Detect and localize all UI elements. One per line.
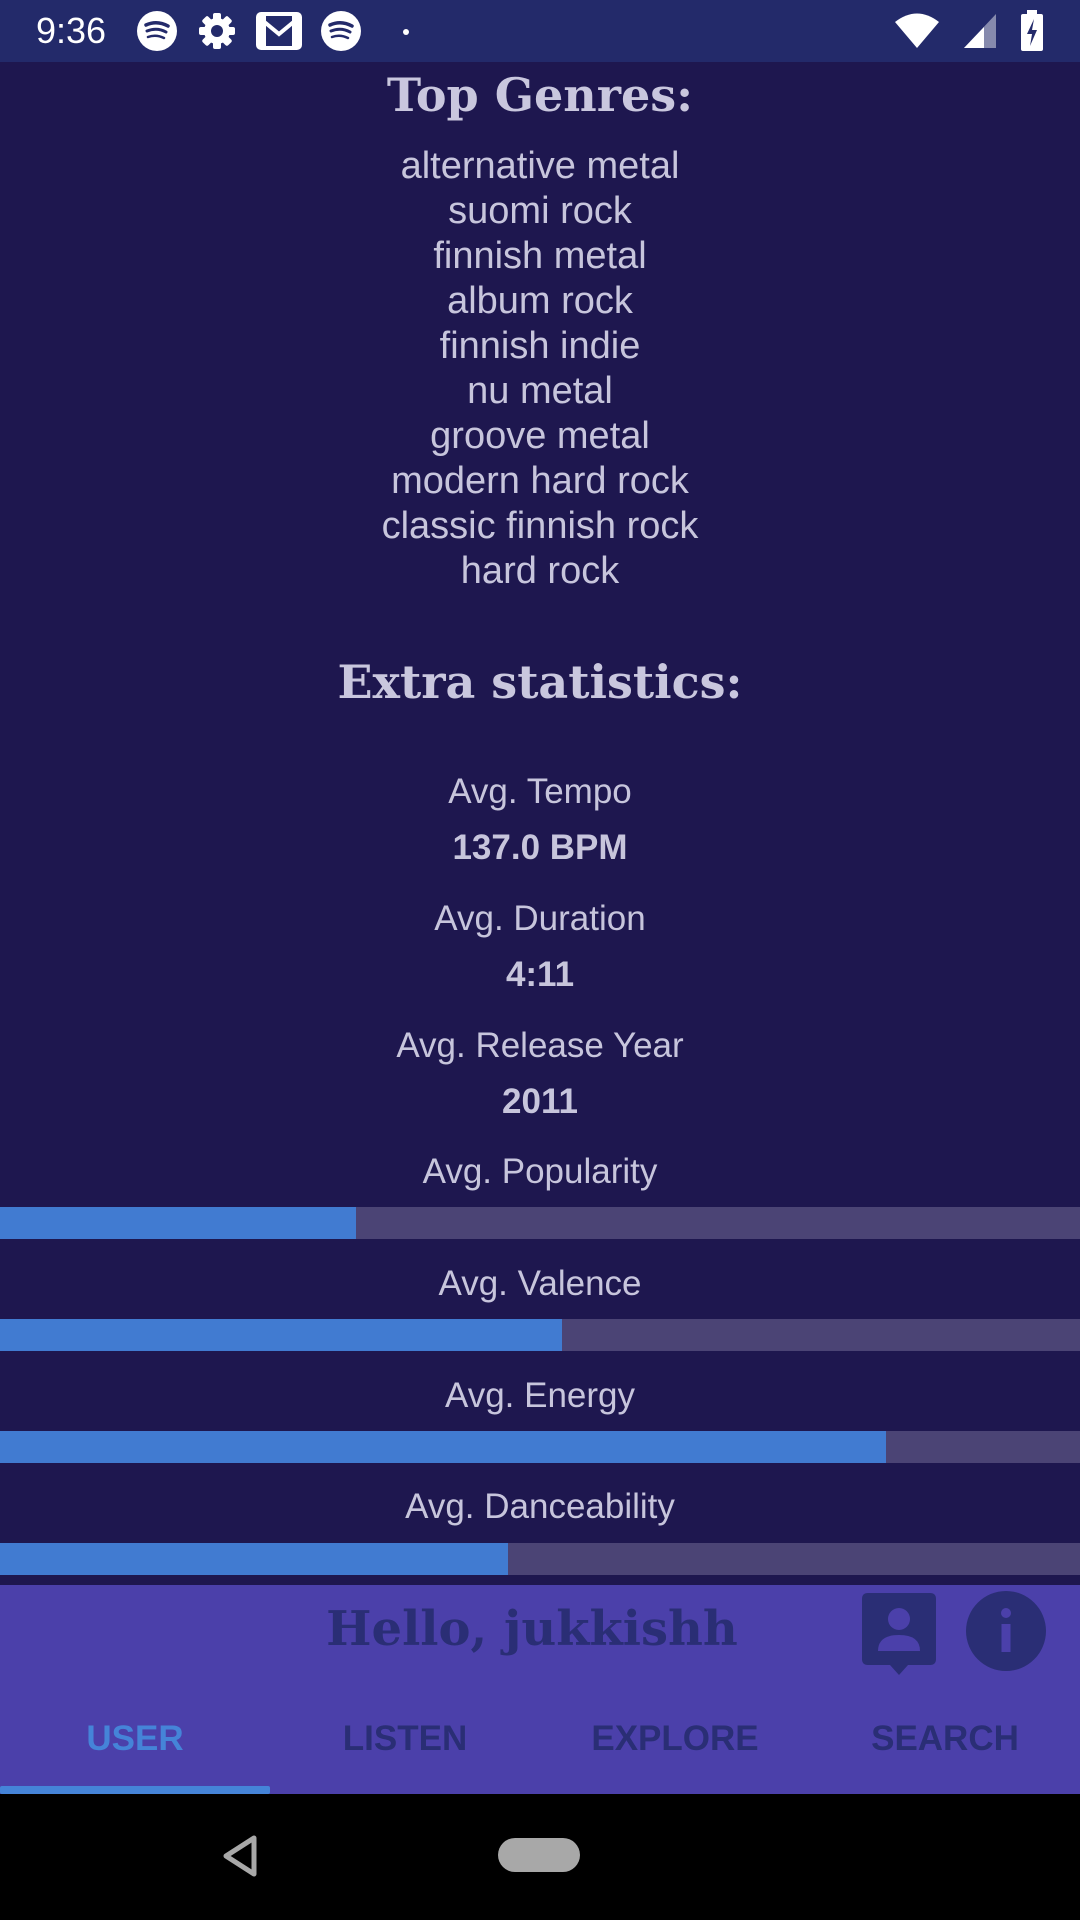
- avg-energy-bar-fill: [0, 1431, 886, 1463]
- spotify-icon: [321, 11, 361, 51]
- genre-item: finnish indie: [439, 325, 641, 367]
- avg-valence-label: Avg. Valence: [438, 1264, 642, 1303]
- genre-item: nu metal: [467, 370, 613, 412]
- tab-listen-label: LISTEN: [342, 1719, 468, 1758]
- home-pill-button[interactable]: [498, 1838, 580, 1872]
- genre-item: finnish metal: [433, 235, 647, 277]
- genre-item: album rock: [447, 280, 633, 322]
- back-icon[interactable]: [220, 1834, 260, 1878]
- avg-popularity-label: Avg. Popularity: [422, 1152, 658, 1191]
- genre-item: classic finnish rock: [381, 505, 699, 547]
- wifi-icon: [895, 13, 939, 48]
- tab-explore[interactable]: EXPLORE: [540, 1691, 810, 1794]
- avg-valence-bar: [0, 1319, 1080, 1351]
- avg-release-year-label: Avg. Release Year: [396, 1026, 684, 1065]
- genre-item: modern hard rock: [391, 460, 689, 502]
- settings-gear-icon: [199, 13, 235, 49]
- battery-charging-icon: [1021, 10, 1043, 51]
- tab-explore-label: EXPLORE: [591, 1719, 759, 1758]
- status-time: 9:36: [36, 10, 107, 51]
- tab-user[interactable]: USER: [0, 1691, 270, 1794]
- dot-icon: [403, 29, 409, 35]
- genre-list: alternative metal suomi rock finnish met…: [0, 144, 1080, 594]
- avg-duration-value: 4:11: [505, 955, 575, 994]
- genre-item: groove metal: [430, 415, 650, 457]
- tab-listen[interactable]: LISTEN: [270, 1691, 540, 1794]
- cellular-signal-icon: [964, 14, 996, 48]
- avg-energy-bar: [0, 1431, 1080, 1463]
- notification-icons: [136, 8, 420, 54]
- genre-item: suomi rock: [448, 190, 632, 232]
- avg-danceability-bar: [0, 1543, 1080, 1575]
- genre-item: alternative metal: [400, 145, 680, 187]
- avg-release-year-value: 2011: [502, 1082, 578, 1121]
- tab-user-label: USER: [86, 1719, 184, 1758]
- tab-bar: USER LISTEN EXPLORE SEARCH: [0, 1691, 1080, 1794]
- tab-search[interactable]: SEARCH: [810, 1691, 1080, 1794]
- avg-energy-label: Avg. Energy: [444, 1376, 636, 1415]
- avg-tempo-label: Avg. Tempo: [448, 772, 632, 811]
- spotify-icon: [137, 11, 177, 51]
- gmail-icon: [256, 12, 302, 50]
- extra-statistics-title: Extra statistics:: [337, 655, 743, 709]
- profile-icon[interactable]: [862, 1593, 936, 1677]
- info-icon[interactable]: [966, 1591, 1046, 1671]
- bottom-app-bar: Hello, jukkishh USER LISTEN EXPLORE SEAR…: [0, 1585, 1080, 1794]
- genre-item: hard rock: [460, 550, 620, 592]
- avg-danceability-bar-fill: [0, 1543, 508, 1575]
- avg-popularity-bar: [0, 1207, 1080, 1239]
- avg-valence-bar-fill: [0, 1319, 562, 1351]
- avg-tempo-value: 137.0 BPM: [452, 828, 628, 867]
- status-bar: 9:36: [0, 0, 1080, 62]
- user-stats-content[interactable]: Top Genres: alternative metal suomi rock…: [0, 62, 1080, 1585]
- avg-danceability-label: Avg. Danceability: [405, 1487, 675, 1526]
- system-navigation-bar: [0, 1794, 1080, 1920]
- tab-search-label: SEARCH: [871, 1719, 1019, 1758]
- active-tab-indicator: [0, 1786, 270, 1794]
- top-genres-title: Top Genres:: [386, 68, 694, 122]
- avg-popularity-bar-fill: [0, 1207, 357, 1239]
- system-icons: [894, 8, 1044, 54]
- avg-duration-label: Avg. Duration: [434, 899, 646, 938]
